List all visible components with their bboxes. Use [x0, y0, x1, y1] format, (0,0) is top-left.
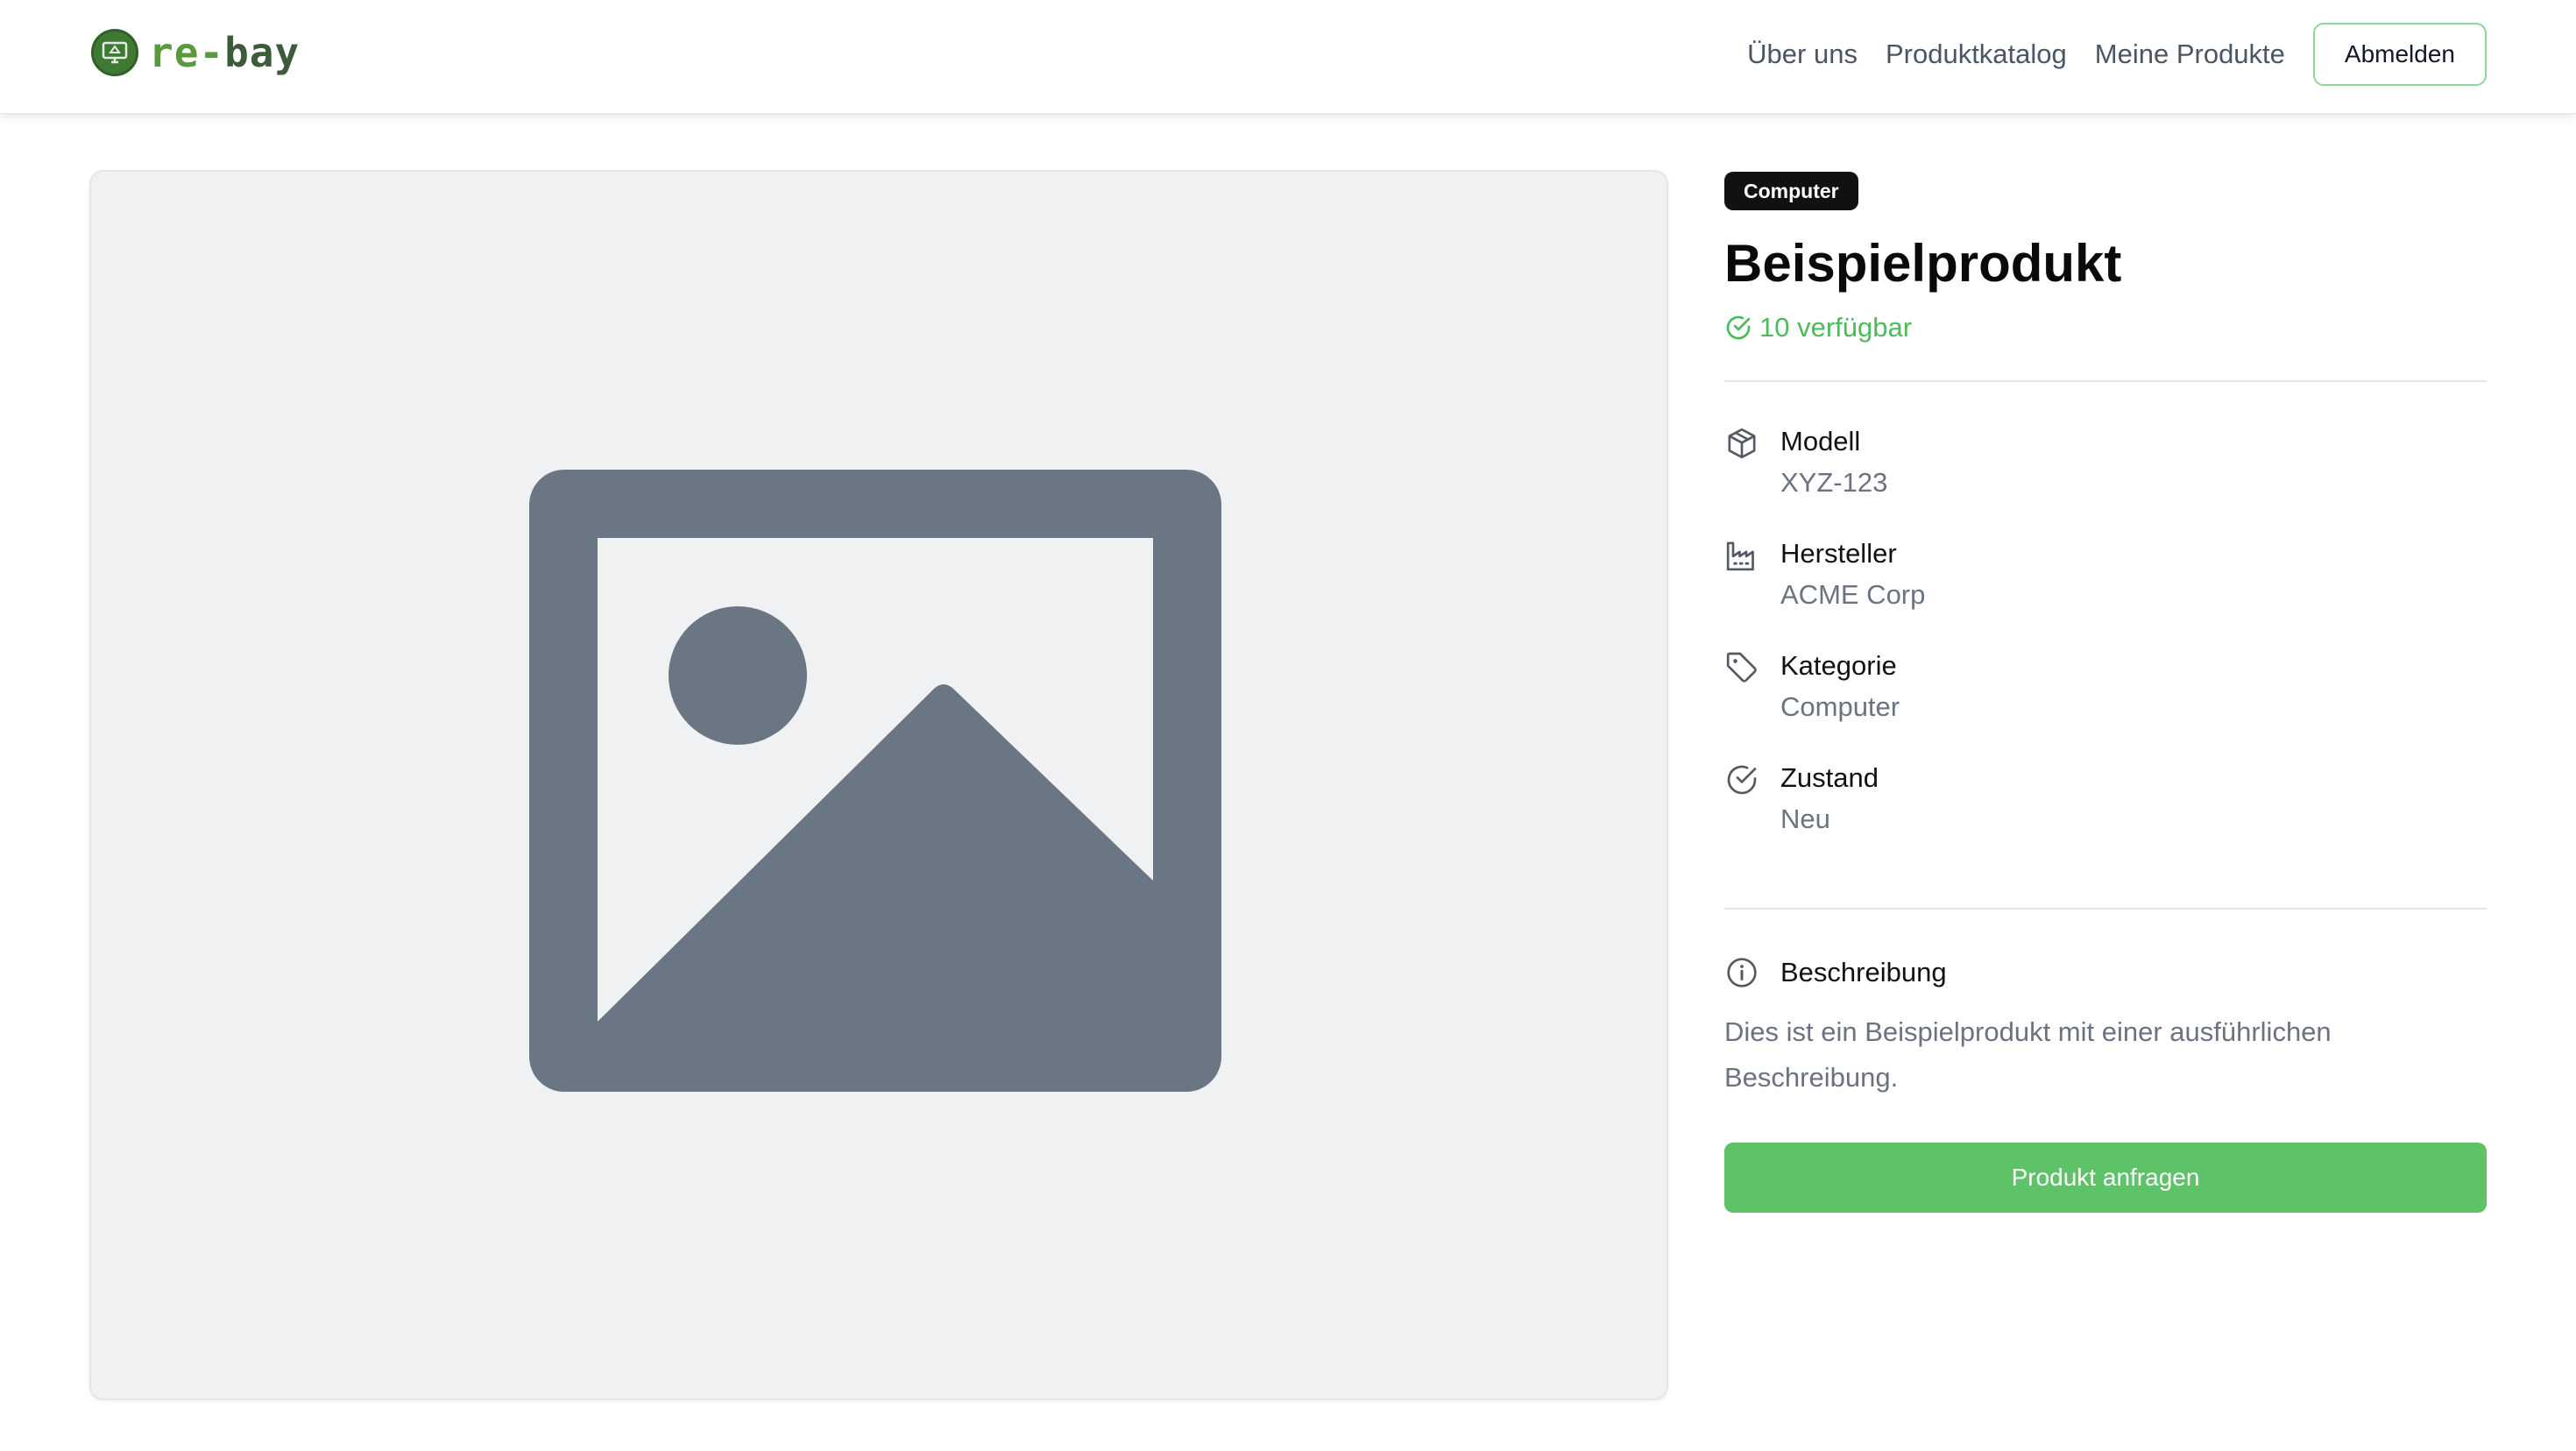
- brand-name-part1: re-: [149, 29, 225, 76]
- description-section: Beschreibung Dies ist ein Beispielproduk…: [1724, 955, 2487, 1101]
- brand-name-part2: bay: [224, 29, 301, 76]
- image-placeholder-icon: [529, 470, 1221, 1092]
- spec-value: Neu: [1780, 803, 1830, 834]
- logout-button[interactable]: Abmelden: [2312, 23, 2487, 86]
- divider: [1724, 908, 2487, 910]
- spec-manufacturer: Hersteller ACME Corp: [1724, 536, 2487, 648]
- description-text: Dies ist ein Beispielprodukt mit einer a…: [1724, 1016, 2332, 1093]
- description-title: Beschreibung: [1780, 957, 1947, 987]
- check-circle-icon: [1727, 765, 1757, 795]
- product-details: Computer Beispielprodukt 10 verfügbar Mo…: [1724, 172, 2487, 1213]
- spec-label: Modell: [1780, 426, 1861, 457]
- top-navbar: re-bay Über uns Produktkatalog Meine Pro…: [0, 0, 2576, 114]
- info-icon: [1727, 958, 1757, 987]
- brand-wordmark: re-bay: [149, 32, 300, 73]
- request-product-button[interactable]: Produkt anfragen: [1724, 1143, 2487, 1213]
- nav-link-my-products[interactable]: Meine Produkte: [2095, 39, 2285, 70]
- factory-icon: [1726, 541, 1754, 571]
- spec-value: XYZ-123: [1780, 467, 1888, 498]
- spec-label: Zustand: [1780, 762, 1879, 793]
- product-title: Beispielprodukt: [1724, 234, 2122, 293]
- divider: [1724, 380, 2487, 382]
- spec-list: Modell XYZ-123 Hersteller ACME Corp Kate…: [1724, 424, 2487, 873]
- check-circle-icon: [1726, 315, 1751, 340]
- spec-value: Computer: [1780, 691, 1900, 722]
- tag-icon: [1726, 652, 1757, 683]
- spec-label: Kategorie: [1780, 650, 1897, 681]
- product-image-panel: [89, 170, 1668, 1400]
- nav-link-about[interactable]: Über uns: [1747, 39, 1858, 70]
- category-badge: Computer: [1724, 172, 1858, 210]
- main-nav: Über uns Produktkatalog Meine Produkte A…: [1747, 23, 2487, 86]
- nav-link-catalog[interactable]: Produktkatalog: [1886, 39, 2067, 70]
- availability-text: 10 verfügbar: [1759, 312, 1913, 343]
- spec-label: Hersteller: [1780, 538, 1897, 569]
- package-icon: [1728, 428, 1756, 459]
- brand-logo[interactable]: re-bay: [91, 28, 300, 77]
- spec-condition: Zustand Neu: [1724, 761, 2487, 873]
- availability-status: 10 verfügbar: [1724, 312, 2487, 343]
- spec-category: Kategorie Computer: [1724, 648, 2487, 761]
- spec-model: Modell XYZ-123: [1724, 424, 2487, 536]
- spec-value: ACME Corp: [1780, 579, 1926, 610]
- recycle-monitor-icon: [91, 29, 138, 76]
- description-header: Beschreibung: [1724, 955, 2487, 990]
